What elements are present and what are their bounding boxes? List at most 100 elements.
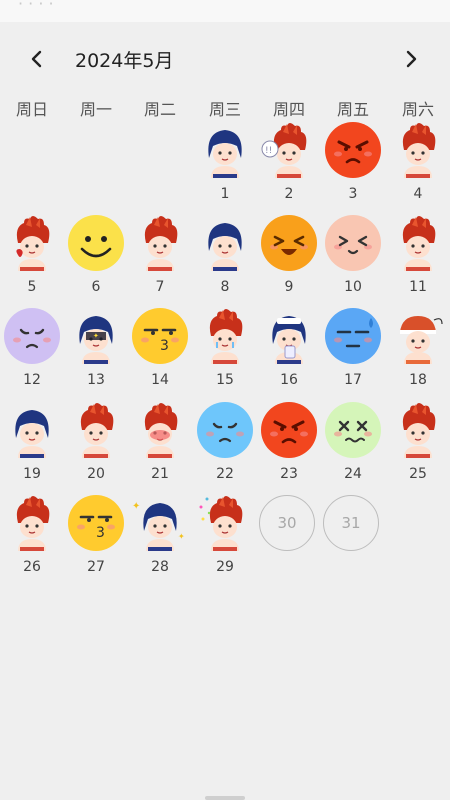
day-cell-3[interactable]: 3: [321, 122, 385, 216]
day-cell-31[interactable]: 31: [321, 495, 385, 589]
day-number: 4: [413, 186, 423, 202]
sad-purple-face-icon: [4, 308, 60, 364]
day-cell-13[interactable]: ✦ 13: [64, 308, 128, 402]
day-cell-4[interactable]: 4: [386, 122, 450, 216]
weekday-sat: 周六: [401, 100, 434, 119]
day-cell-25[interactable]: 25: [386, 402, 450, 496]
day-number: 22: [216, 466, 234, 482]
blue-hair-girl-sick-icon: [261, 308, 317, 364]
day-number: 15: [216, 372, 234, 388]
day-number: 8: [220, 279, 230, 295]
day-number: 3: [348, 186, 358, 202]
day-cell-26[interactable]: 26: [0, 495, 64, 589]
svg-text:✦: ✦: [132, 501, 140, 512]
month-header: 2024年5月: [0, 36, 450, 82]
weekday-fri: 周五: [336, 100, 369, 119]
svg-text:3: 3: [160, 338, 169, 354]
day-number: 24: [344, 466, 362, 482]
day-cell-29[interactable]: 29: [193, 495, 257, 589]
day-number: 26: [23, 559, 41, 575]
month-title: 2024年5月: [75, 50, 174, 72]
day-number: 20: [87, 466, 105, 482]
day-cell-11[interactable]: 11: [386, 215, 450, 309]
day-cell-18[interactable]: 18: [386, 308, 450, 402]
day-number: 27: [87, 559, 105, 575]
day-cell-21[interactable]: 21: [128, 402, 192, 496]
sad-blue-face-icon: [197, 402, 253, 458]
red-hair-boy-grumpy-icon: [68, 402, 124, 458]
day-number: 12: [23, 372, 41, 388]
angry-red-face-icon: [261, 402, 317, 458]
day-number: 25: [409, 466, 427, 482]
day-cell-5[interactable]: 5: [0, 215, 64, 309]
next-month-button[interactable]: [396, 44, 426, 74]
day-number: 16: [280, 372, 298, 388]
blue-hair-girl-arms-icon: [4, 402, 60, 458]
day-cell-23[interactable]: 23: [257, 402, 321, 496]
day-cell-6[interactable]: 6: [64, 215, 128, 309]
day-cell-28[interactable]: ✦ ✦ 28: [128, 495, 192, 589]
weekday-wed: 周三: [208, 100, 241, 119]
orange-hair-boy-hat-icon: [390, 308, 446, 364]
day-cell-16[interactable]: 16: [257, 308, 321, 402]
day-number: 21: [151, 466, 169, 482]
angry-red-face-icon: [325, 122, 381, 178]
blue-hair-girl-worried-icon: [197, 215, 253, 271]
day-cell-15[interactable]: 15: [193, 308, 257, 402]
day-cell-24[interactable]: 24: [321, 402, 385, 496]
day-cell-9[interactable]: 9: [257, 215, 321, 309]
day-cell-20[interactable]: 20: [64, 402, 128, 496]
day-number: 17: [344, 372, 362, 388]
laugh-orange-face-icon: [261, 215, 317, 271]
bottom-handle: [205, 796, 245, 800]
day-number: 23: [280, 466, 298, 482]
happy-pink-face-icon: [325, 215, 381, 271]
day-cell-30[interactable]: 30: [257, 495, 321, 589]
sweat-blue-face-icon: [325, 308, 381, 364]
dizzy-green-face-icon: [325, 402, 381, 458]
blue-hair-girl-shy-icon: [197, 122, 253, 178]
red-hair-boy-wave-icon: [390, 122, 446, 178]
blue-hair-girl-sparkle-icon: ✦ ✦: [132, 495, 188, 551]
day-cell-14[interactable]: 3 14: [128, 308, 192, 402]
weekday-mon: 周一: [79, 100, 112, 119]
day-cell-2[interactable]: !! 2: [257, 122, 321, 216]
day-cell-27[interactable]: 3 27: [64, 495, 128, 589]
day-empty-circle[interactable]: 31: [323, 495, 379, 551]
day-number: 2: [284, 186, 294, 202]
weekday-tue: 周二: [143, 100, 176, 119]
day-cell-12[interactable]: 12: [0, 308, 64, 402]
day-number: 28: [151, 559, 169, 575]
day-cell-10[interactable]: 10: [321, 215, 385, 309]
day-cell-1[interactable]: 1: [193, 122, 257, 216]
day-cell-17[interactable]: 17: [321, 308, 385, 402]
day-cell-7[interactable]: 7: [128, 215, 192, 309]
red-hair-boy-heart-icon: [4, 215, 60, 271]
day-number: 11: [409, 279, 427, 295]
day-number: 10: [344, 279, 362, 295]
weekday-thu: 周四: [272, 100, 305, 119]
red-hair-boy-cry-icon: [390, 215, 446, 271]
day-cell-19[interactable]: 19: [0, 402, 64, 496]
smile-yellow-face-icon: [68, 215, 124, 271]
chevron-left-icon: [31, 50, 42, 68]
blue-hair-girl-dark-icon: ✦: [68, 308, 124, 364]
red-hair-boy-speech-icon: !!: [261, 122, 317, 178]
day-number: 1: [220, 186, 230, 202]
day-empty-circle[interactable]: 30: [259, 495, 315, 551]
day-cell-22[interactable]: 22: [193, 402, 257, 496]
red-hair-boy-shy-icon: [132, 215, 188, 271]
day-number: 7: [155, 279, 165, 295]
status-bar-text-fragment: · · · ·: [18, 0, 54, 13]
red-hair-boy-angry-icon: [390, 402, 446, 458]
day-number: 6: [91, 279, 101, 295]
prev-month-button[interactable]: [22, 44, 52, 74]
weekday-row: 周日 周一 周二 周三 周四 周五 周六: [0, 96, 450, 122]
svg-text:✦: ✦: [93, 332, 99, 340]
day-number: 5: [27, 279, 37, 295]
red-hair-boy-party-icon: [197, 495, 253, 551]
day-number: 9: [284, 279, 294, 295]
red-hair-boy-tears-icon: [197, 308, 253, 364]
red-hair-boy-sulk-icon: [4, 495, 60, 551]
day-cell-8[interactable]: 8: [193, 215, 257, 309]
